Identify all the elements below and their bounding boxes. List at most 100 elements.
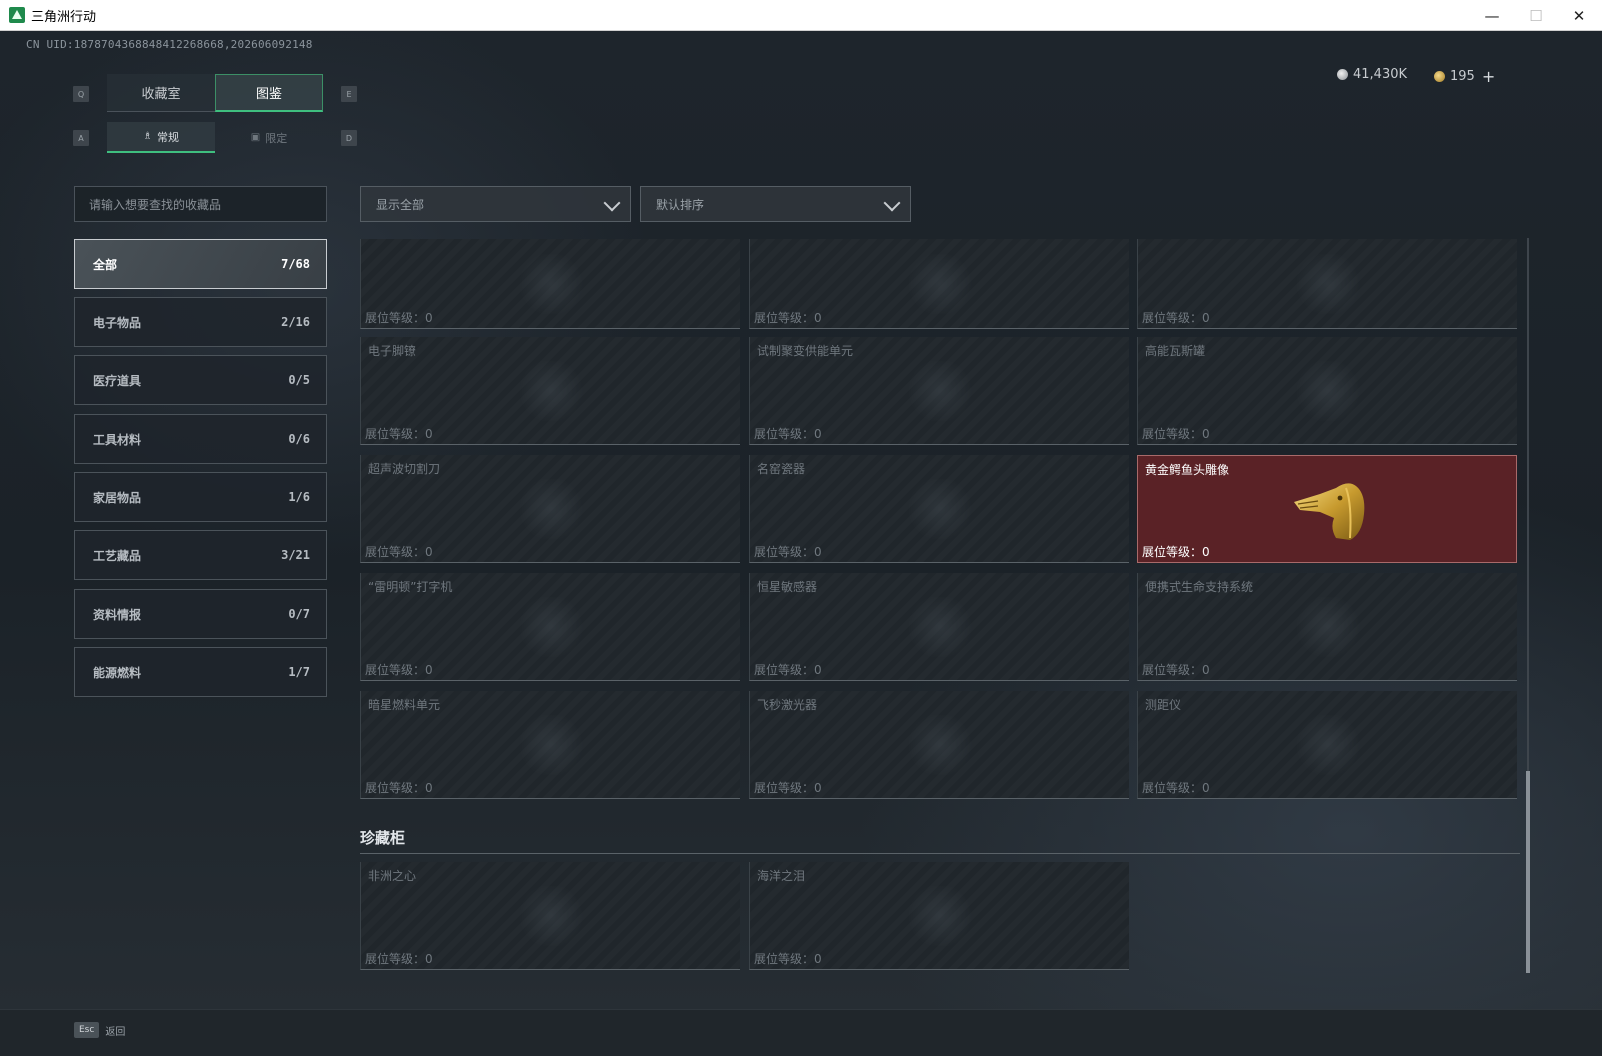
- item-level: 展位等级：0: [754, 427, 822, 441]
- chevron-down-icon: [883, 194, 901, 212]
- add-gold-button[interactable]: +: [1482, 67, 1495, 86]
- silver-amount: 41,430K: [1353, 67, 1408, 82]
- item-name: 超声波切割刀: [368, 462, 441, 476]
- item-card-owned[interactable]: 黄金鳄鱼头雕像 展位等级：0: [1137, 455, 1517, 563]
- item-card[interactable]: “雷明顿”打字机 展位等级：0: [360, 573, 740, 681]
- item-level: 展位等级：0: [754, 311, 822, 325]
- item-name: 名窑瓷器: [757, 462, 806, 476]
- subtab-limited[interactable]: ▣ 限定: [215, 122, 323, 153]
- item-card[interactable]: 恒星敏感器 展位等级：0: [749, 573, 1129, 681]
- sub-tabs: ♗ 常规 ▣ 限定: [107, 122, 323, 153]
- category-label: 资料情报: [93, 607, 142, 622]
- category-count: 0/7: [288, 607, 310, 621]
- item-level: 展位等级：0: [365, 663, 433, 677]
- item-silhouette: [515, 360, 586, 421]
- category-count: 3/21: [281, 548, 310, 562]
- maximize-button[interactable]: ☐: [1513, 0, 1559, 31]
- item-silhouette: [515, 478, 586, 539]
- subtab-regular-label: 常规: [156, 130, 179, 144]
- key-hint-a: A: [73, 130, 89, 146]
- subtab-regular[interactable]: ♗ 常规: [107, 122, 215, 153]
- key-hint-e: E: [341, 86, 357, 102]
- category-all[interactable]: 全部 7/68: [74, 239, 327, 289]
- image-icon: ▣: [250, 132, 261, 143]
- item-level: 展位等级：0: [365, 311, 433, 325]
- sort-dropdown[interactable]: 默认排序: [640, 186, 911, 222]
- category-label: 能源燃料: [93, 665, 142, 680]
- back-label: 返回: [105, 1026, 126, 1038]
- item-silhouette: [515, 253, 586, 314]
- gold-crocodile-statue-icon: [1294, 483, 1365, 540]
- category-fuel[interactable]: 能源燃料 1/7: [74, 647, 327, 697]
- category-medical[interactable]: 医疗道具 0/5: [74, 355, 327, 405]
- subtab-limited-label: 限定: [265, 131, 288, 145]
- item-card[interactable]: 展位等级：0: [749, 239, 1129, 329]
- item-card[interactable]: 暗星燃料单元 展位等级：0: [360, 691, 740, 799]
- item-silhouette: [904, 714, 975, 775]
- item-card[interactable]: 电子脚镣 展位等级：0: [360, 337, 740, 445]
- gold-coin-icon: [1434, 71, 1445, 82]
- item-name: 非洲之心: [368, 869, 417, 883]
- item-card[interactable]: 测距仪 展位等级：0: [1137, 691, 1517, 799]
- item-card[interactable]: 高能瓦斯罐 展位等级：0: [1137, 337, 1517, 445]
- item-name: 暗星燃料单元: [368, 698, 441, 712]
- category-crafts[interactable]: 工艺藏品 3/21: [74, 530, 327, 580]
- item-name: 便携式生命支持系统: [1145, 580, 1254, 594]
- item-card[interactable]: 超声波切割刀 展位等级：0: [360, 455, 740, 563]
- item-name: 高能瓦斯罐: [1145, 344, 1206, 358]
- item-level: 展位等级：0: [754, 663, 822, 677]
- category-count: 0/6: [288, 432, 310, 446]
- category-label: 全部: [93, 257, 118, 272]
- item-level: 展位等级：0: [1142, 427, 1210, 441]
- main-area: CN UID:1878704368848412268668,2026060921…: [0, 31, 1602, 1009]
- sort-dropdown-value: 默认排序: [656, 197, 705, 212]
- top-tabs: 收藏室 图鉴: [107, 74, 323, 112]
- tab-catalog[interactable]: 图鉴: [215, 74, 323, 112]
- minimize-button[interactable]: —: [1469, 0, 1515, 31]
- item-silhouette: [904, 253, 975, 314]
- item-silhouette: [515, 885, 586, 946]
- item-level: 展位等级：0: [365, 952, 433, 966]
- close-button[interactable]: ✕: [1556, 0, 1602, 31]
- item-level: 展位等级：0: [1142, 663, 1210, 677]
- search-input[interactable]: 请输入想要查找的收藏品: [74, 186, 327, 222]
- item-card[interactable]: 展位等级：0: [360, 239, 740, 329]
- category-electronics[interactable]: 电子物品 2/16: [74, 297, 327, 347]
- category-intel[interactable]: 资料情报 0/7: [74, 589, 327, 639]
- item-name: 恒星敏感器: [757, 580, 818, 594]
- category-label: 电子物品: [93, 315, 142, 330]
- app-logo-icon: [9, 7, 25, 23]
- item-silhouette: [1292, 253, 1363, 314]
- filter-dropdown[interactable]: 显示全部: [360, 186, 631, 222]
- gold-amount: 195: [1450, 69, 1475, 84]
- gold-currency: 195 +: [1434, 67, 1495, 86]
- item-silhouette: [515, 596, 586, 657]
- tab-collection-room[interactable]: 收藏室: [107, 74, 215, 112]
- cabinet-item-card[interactable]: 非洲之心 展位等级：0: [360, 862, 740, 970]
- category-tools[interactable]: 工具材料 0/6: [74, 414, 327, 464]
- uid-text: CN UID:1878704368848412268668,2026060921…: [26, 38, 313, 51]
- chevron-down-icon: [603, 194, 621, 212]
- item-level: 展位等级：0: [754, 545, 822, 559]
- section-divider: [360, 853, 1520, 854]
- item-name: 飞秒激光器: [757, 698, 818, 712]
- item-level: 展位等级：0: [1142, 311, 1210, 325]
- cabinet-section-title: 珍藏柜: [360, 829, 406, 847]
- category-household[interactable]: 家居物品 1/6: [74, 472, 327, 522]
- back-button[interactable]: Esc 返回: [74, 1022, 125, 1038]
- esc-key-hint: Esc: [74, 1022, 100, 1038]
- item-card[interactable]: 便携式生命支持系统 展位等级：0: [1137, 573, 1517, 681]
- item-card[interactable]: 飞秒激光器 展位等级：0: [749, 691, 1129, 799]
- item-name: 黄金鳄鱼头雕像: [1145, 463, 1230, 477]
- cabinet-item-card[interactable]: 海洋之泪 展位等级：0: [749, 862, 1129, 970]
- item-card[interactable]: 试制聚变供能单元 展位等级：0: [749, 337, 1129, 445]
- category-label: 工具材料: [93, 432, 142, 447]
- item-card[interactable]: 展位等级：0: [1137, 239, 1517, 329]
- scrollbar-thumb[interactable]: [1526, 771, 1530, 973]
- category-label: 工艺藏品: [93, 548, 142, 563]
- item-name: 测距仪: [1145, 698, 1182, 712]
- window-titlebar: 三角洲行动 — ☐ ✕: [0, 0, 1602, 31]
- item-card[interactable]: 名窑瓷器 展位等级：0: [749, 455, 1129, 563]
- key-hint-q: Q: [73, 86, 89, 102]
- category-count: 7/68: [281, 257, 310, 271]
